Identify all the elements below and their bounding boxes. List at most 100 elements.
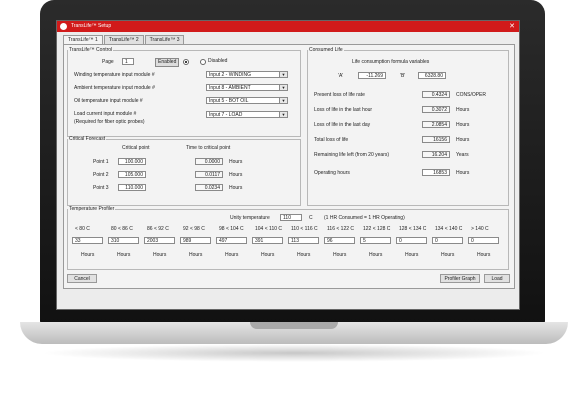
- tab-translife-2[interactable]: TransLife™ 2: [103, 35, 144, 44]
- operating-hours-label: Operating hours: [314, 170, 350, 176]
- profiler-bin-range: 128 < 134 C: [399, 226, 427, 232]
- ambient-module-select[interactable]: Input 8 - AMBIENT ▼: [206, 84, 288, 91]
- last-day-label: Loss of life in the last day: [314, 122, 371, 128]
- profiler-bin-range: 116 < 122 C: [327, 226, 355, 232]
- a-input[interactable]: -11.269: [358, 72, 386, 79]
- tab-content: TransLife™ Control Page 1 Enabled Disabl…: [63, 44, 515, 289]
- winding-module-label: Winding temperature input module #: [74, 72, 155, 78]
- profiler-bin-range: 110 < 116 C: [291, 226, 318, 232]
- profiler-bin-hours-input[interactable]: 96: [324, 237, 355, 244]
- winding-module-select[interactable]: Input 2 - WINDING ▼: [206, 71, 288, 78]
- profiler-bin-hours-input[interactable]: 497: [216, 237, 247, 244]
- profiler-bin-unit: Hours: [405, 252, 419, 258]
- profiler-bin-hours-input[interactable]: 989: [180, 237, 211, 244]
- consumed-life-legend: Consumed Life: [309, 47, 343, 53]
- remaining-life-value: 16.204: [422, 151, 450, 158]
- profiler-bin-hours-input[interactable]: 113: [288, 237, 319, 244]
- profiler-bin-hours-input[interactable]: 5: [360, 237, 391, 244]
- window-title: TransLife™ Setup: [71, 23, 112, 29]
- unity-temp-unit: C: [309, 215, 313, 221]
- present-rate-label: Present loss of life rate: [314, 92, 365, 98]
- point-3-time-value: 0.0234: [195, 184, 223, 191]
- profiler-bin-unit: Hours: [441, 252, 455, 258]
- profiler-bin-hours-input[interactable]: 310: [108, 237, 139, 244]
- last-day-unit: Hours: [456, 122, 470, 128]
- b-label: 'B': [400, 73, 406, 79]
- profiler-graph-button[interactable]: Profiler Graph: [440, 274, 480, 283]
- total-loss-unit: Hours: [456, 137, 470, 143]
- profiler-bin-unit: Hours: [477, 252, 491, 258]
- forecast-group: Critical Forecast Critical point Time to…: [67, 136, 301, 206]
- profiler-bin-range: 86 < 92 C: [147, 226, 169, 232]
- load-module-select[interactable]: Input 7 - LOAD ▼: [206, 111, 288, 118]
- profiler-bin-unit: Hours: [225, 252, 239, 258]
- laptop-shadow: [40, 344, 548, 362]
- last-hour-unit: Hours: [456, 107, 470, 113]
- present-rate-unit: CONS/OPER: [456, 92, 487, 98]
- profiler-bin-unit: Hours: [297, 252, 311, 258]
- total-loss-label: Total loss of life: [314, 137, 349, 143]
- profiler-bin-range: 104 < 110 C: [255, 226, 283, 232]
- oil-module-select[interactable]: Input 5 - BOT OIL ▼: [206, 97, 288, 104]
- point-2-label: Point 2: [93, 172, 109, 178]
- profiler-bin-hours-input[interactable]: 0: [396, 237, 427, 244]
- enabled-status: Enabled: [155, 58, 180, 67]
- load-module-label: Load current input module #: [74, 111, 137, 117]
- profiler-bin-unit: Hours: [189, 252, 203, 258]
- profiler-bin-unit: Hours: [333, 252, 347, 258]
- profiler-bin-unit: Hours: [153, 252, 167, 258]
- profiler-bin-hours-input[interactable]: 2003: [144, 237, 175, 244]
- tab-bar: TransLife™ 1 TransLife™ 2 TransLife™ 3: [63, 35, 185, 44]
- profiler-bin-hours-input[interactable]: 391: [252, 237, 283, 244]
- operating-hours-unit: Hours: [456, 170, 470, 176]
- profiler-legend: Temperature Profiler: [69, 206, 115, 212]
- profiler-bin-hours-input[interactable]: 0: [432, 237, 463, 244]
- profiler-bin-unit: Hours: [117, 252, 131, 258]
- page-label: Page: [102, 59, 114, 65]
- profiler-bin-hours-input[interactable]: 0: [468, 237, 499, 244]
- title-bar: TransLife™ Setup ✕: [57, 21, 519, 32]
- chevron-down-icon: ▼: [279, 85, 287, 90]
- control-group: TransLife™ Control Page 1 Enabled Disabl…: [67, 47, 301, 137]
- ambient-module-value: Input 8 - AMBIENT: [209, 85, 251, 91]
- profiler-bin-unit: Hours: [261, 252, 275, 258]
- tab-translife-3[interactable]: TransLife™ 3: [144, 35, 185, 44]
- time-to-critical-header: Time to critical point: [186, 145, 231, 151]
- point-1-critical-input[interactable]: 100.000: [118, 158, 146, 165]
- page-input[interactable]: 1: [122, 58, 134, 65]
- point-1-label: Point 1: [93, 159, 109, 165]
- remaining-life-unit: Years: [456, 152, 469, 158]
- oil-module-value: Input 5 - BOT OIL: [209, 98, 249, 104]
- point-3-label: Point 3: [93, 185, 109, 191]
- last-hour-value: 0.3072: [422, 106, 450, 113]
- cancel-button[interactable]: Cancel: [67, 274, 97, 283]
- chevron-down-icon: ▼: [279, 72, 287, 77]
- point-3-unit: Hours: [229, 185, 243, 191]
- point-3-critical-input[interactable]: 110.000: [118, 184, 146, 191]
- formula-label: Life consumption formula variables: [352, 59, 430, 65]
- consumed-life-group: Consumed Life Life consumption formula v…: [307, 47, 509, 206]
- chevron-down-icon: ▼: [279, 98, 287, 103]
- tab-translife-1[interactable]: TransLife™ 1: [63, 35, 103, 44]
- last-day-value: 2.0854: [422, 121, 450, 128]
- forecast-legend: Critical Forecast: [69, 136, 106, 142]
- load-button[interactable]: Load: [484, 274, 510, 283]
- load-module-value: Input 7 - LOAD: [209, 112, 243, 118]
- laptop-notch: [250, 322, 338, 329]
- critical-point-header: Critical point: [122, 145, 150, 151]
- enabled-radio[interactable]: [183, 59, 189, 65]
- b-input[interactable]: 6328.80: [418, 72, 446, 79]
- profiler-bin-range: 92 < 98 C: [183, 226, 205, 232]
- profiler-bin-hours-input[interactable]: 33: [72, 237, 103, 244]
- remaining-life-label: Remaining life left (from 20 years): [314, 152, 390, 158]
- point-2-unit: Hours: [229, 172, 243, 178]
- operating-hours-input[interactable]: 16853: [422, 169, 450, 176]
- point-1-unit: Hours: [229, 159, 243, 165]
- point-2-critical-input[interactable]: 105.000: [118, 171, 146, 178]
- unity-temp-label: Unity temperature: [230, 215, 270, 221]
- disabled-radio[interactable]: [200, 59, 206, 65]
- close-icon[interactable]: ✕: [509, 22, 515, 30]
- unity-temp-input[interactable]: 110: [280, 214, 302, 221]
- unity-temp-note: (1 HR Consumed = 1 HR Operating): [324, 215, 405, 221]
- profiler-bin-range: 122 < 128 C: [363, 226, 391, 232]
